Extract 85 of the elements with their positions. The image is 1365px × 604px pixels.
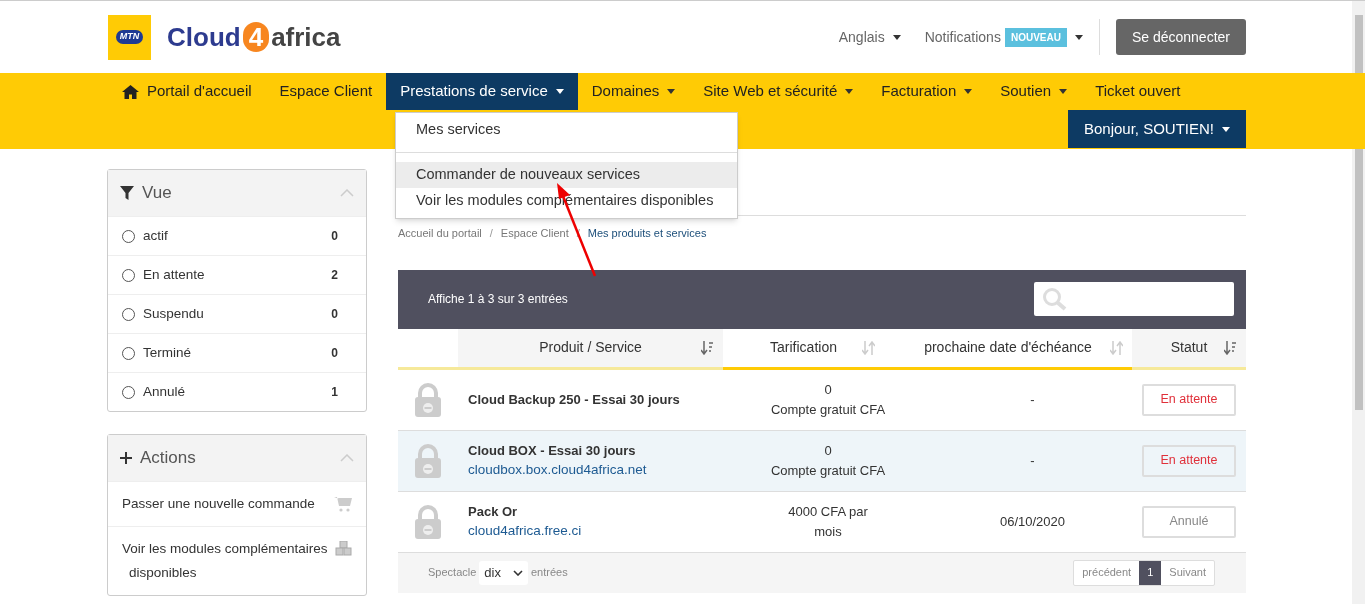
status-label: En attente [1142, 383, 1236, 416]
nav-item[interactable]: Ticket ouvert [1081, 73, 1195, 110]
previous-button[interactable]: précédent [1074, 560, 1140, 585]
search-icon [1042, 287, 1068, 311]
count: 1 [331, 384, 338, 401]
cubes-icon [335, 541, 352, 556]
breadcrumb-separator: / [489, 226, 493, 241]
padlock-icon [414, 504, 442, 539]
column-header[interactable]: Produit / Service [458, 328, 723, 367]
domain-link[interactable]: cloudbox.box.cloud4africa.net [468, 460, 723, 481]
entries-label: entrées [530, 565, 568, 581]
caret-icon [1222, 126, 1230, 132]
plus-icon [120, 452, 132, 464]
nav-item[interactable]: Espace Client [265, 73, 387, 110]
nav-item[interactable]: Portail d'accueil [108, 73, 266, 110]
nav-item[interactable]: Facturation [867, 73, 987, 110]
mtn-logo[interactable]: MTN [108, 14, 151, 60]
table-row[interactable]: Cloud BOX - Essai 30 jours cloudbox.box.cloud4africa.net 0 Compte gratuit CFA - En attente [398, 430, 1246, 492]
user-menu[interactable]: Bonjour, SOUTIEN! [1067, 110, 1246, 148]
product-name: Cloud BOX - Essai 30 jours [468, 441, 637, 460]
sort-icon [701, 340, 714, 355]
caret-icon [1059, 89, 1068, 94]
due-date: - [1030, 390, 1035, 409]
logout-button[interactable]: Se déconnecter [1115, 19, 1246, 55]
notifications-dropdown[interactable]: Notifications NOUVEAU [924, 26, 1083, 48]
breadcrumb-link[interactable]: Accueil du portail [398, 225, 482, 242]
price-note: mois [814, 522, 842, 541]
search-field[interactable] [1034, 282, 1234, 316]
cart-icon [334, 496, 352, 512]
table-info: Affiche 1 à 3 sur 3 entrées [428, 291, 568, 308]
language-dropdown[interactable]: Anglais [838, 26, 901, 48]
nav-item[interactable]: Domaines [577, 73, 690, 110]
panel-title: Actions [140, 447, 196, 470]
caret-icon [667, 89, 676, 94]
price: 0 [824, 441, 832, 460]
caret-icon [964, 89, 973, 94]
product-name: Cloud Backup 250 - Essai 30 jours [468, 390, 681, 409]
caret-icon [1074, 34, 1083, 40]
count: 2 [331, 267, 338, 284]
caret-icon [845, 89, 854, 94]
show-label: Spectacle [428, 565, 477, 581]
filter-icon [120, 186, 134, 200]
due-date: 06/10/2020 [999, 512, 1066, 531]
domain-link[interactable]: cloud4africa.free.ci [468, 521, 723, 542]
filter-option[interactable]: Suspendu 0 [108, 294, 366, 333]
nav-item[interactable]: Site Web et sécurité [689, 73, 868, 110]
count: 0 [331, 228, 338, 245]
new-badge: NOUVEAU [1004, 27, 1067, 47]
price-note: Compte gratuit CFA [770, 461, 886, 480]
filter-option[interactable]: Terminé 0 [108, 333, 366, 372]
nav-item[interactable]: Soutien [986, 73, 1082, 110]
column-header[interactable]: Statut [1132, 328, 1246, 367]
count: 0 [331, 345, 338, 362]
caret-icon [892, 34, 901, 40]
nav-item[interactable]: Prestations de service [386, 73, 578, 110]
panel-title: Vue [142, 182, 172, 205]
breadcrumb-link[interactable]: Espace Client [500, 225, 569, 242]
product-name: Pack Or [468, 502, 519, 521]
next-button[interactable]: Suivant [1161, 560, 1214, 585]
action-link[interactable]: Voir les modules complémentaires disponibles [122, 537, 335, 585]
filter-option[interactable]: En attente 2 [108, 255, 366, 294]
sort-icon [1224, 340, 1237, 355]
sort-icon [1110, 340, 1123, 355]
caret-icon [555, 89, 564, 94]
sort-icon [862, 340, 875, 355]
price-note: Compte gratuit CFA [770, 400, 886, 419]
price: 0 [824, 380, 832, 399]
home-icon [122, 84, 139, 99]
padlock-icon [414, 382, 442, 417]
status-label: Annulé [1142, 505, 1236, 538]
count: 0 [331, 306, 338, 323]
dropdown-item[interactable]: Commander de nouveaux services [396, 162, 737, 188]
padlock-icon [414, 443, 442, 478]
price: 4000 CFA par [788, 502, 868, 521]
page-size-select[interactable]: dix [479, 560, 528, 585]
brand-logo[interactable]: Cloud 4 africa [167, 17, 341, 57]
status-label: En attente [1142, 444, 1236, 477]
filter-option[interactable]: actif 0 [108, 216, 366, 255]
breadcrumb-link[interactable]: Mes produits et services [587, 225, 707, 242]
filter-option[interactable]: Annulé 1 [108, 372, 366, 411]
dropdown-item[interactable]: Mes services [396, 117, 737, 143]
action-link[interactable]: Passer une nouvelle commande [122, 492, 334, 516]
chevron-icon [512, 569, 523, 576]
due-date: - [1030, 451, 1035, 470]
page-button[interactable]: 1 [1139, 560, 1162, 585]
